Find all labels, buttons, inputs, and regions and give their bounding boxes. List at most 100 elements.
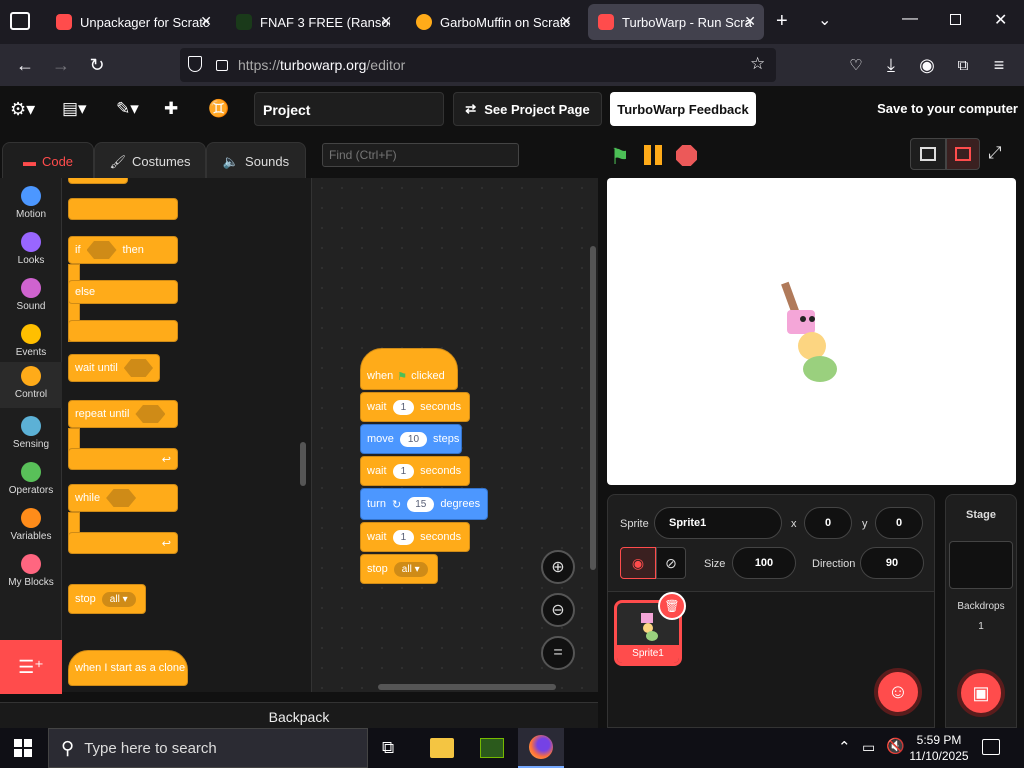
- new-tab-icon[interactable]: +: [776, 10, 788, 33]
- palette-block-if-else[interactable]: if then: [68, 236, 178, 264]
- tab-turbowarp[interactable]: TurboWarp - Run Scratch ✕: [588, 4, 764, 40]
- hide-sprite-button[interactable]: ⊘: [656, 547, 686, 579]
- category-control[interactable]: Control: [0, 362, 62, 408]
- fullscreen-icon[interactable]: ⤢: [988, 143, 1002, 163]
- category-sound[interactable]: Sound: [0, 274, 62, 320]
- forward-icon[interactable]: →: [48, 52, 74, 78]
- category-looks[interactable]: Looks: [0, 228, 62, 274]
- sprite-size-input[interactable]: 100: [732, 547, 796, 579]
- notifications-icon[interactable]: [982, 739, 1000, 755]
- palette-block-partial-bottom[interactable]: [68, 198, 178, 220]
- tab-sounds[interactable]: 🔈 Sounds: [206, 142, 306, 180]
- zoom-out-button[interactable]: ⊖: [541, 593, 575, 627]
- turn-degrees-input[interactable]: 15: [407, 496, 435, 512]
- green-flag-button[interactable]: ⚑: [610, 144, 630, 170]
- palette-block-repeat-until[interactable]: repeat until: [68, 400, 178, 428]
- volume-muted-icon[interactable]: 🔇: [886, 737, 905, 755]
- edit-menu-icon[interactable]: ✎▾: [116, 94, 139, 124]
- nvidia-app-icon[interactable]: [480, 738, 504, 758]
- extensions-icon[interactable]: ⧉: [950, 52, 976, 78]
- addons-puzzle-icon[interactable]: ✚: [164, 94, 178, 124]
- see-project-page-button[interactable]: ⇄ See Project Page: [453, 92, 602, 126]
- url-bar[interactable]: https://turbowarp.org/editor ☆: [180, 48, 776, 82]
- show-sprite-button[interactable]: ◉: [620, 547, 656, 579]
- taskbar-search-box[interactable]: ⚲ Type here to search: [48, 728, 368, 768]
- category-my-blocks[interactable]: My Blocks: [0, 550, 62, 596]
- stage-selector[interactable]: Stage Backdrops 1 ▣: [945, 494, 1017, 728]
- task-view-icon[interactable]: ⧉: [382, 738, 394, 758]
- small-stage-button[interactable]: [910, 138, 946, 170]
- tab-code[interactable]: ▬ Code: [2, 142, 94, 180]
- tab-unpackager[interactable]: Unpackager for Scratch ✕: [46, 4, 220, 40]
- palette-block-partial[interactable]: [68, 178, 128, 184]
- windows-start-icon[interactable]: [14, 739, 32, 757]
- stop-all-block[interactable]: stop all ▾: [360, 554, 438, 584]
- lock-icon[interactable]: [216, 60, 228, 71]
- minimize-icon[interactable]: —: [902, 10, 918, 28]
- pocket-icon[interactable]: ♡: [843, 52, 869, 78]
- palette-block-wait-until[interactable]: wait until: [68, 354, 160, 382]
- project-title-input[interactable]: Project: [254, 92, 444, 126]
- workspace-vscrollbar[interactable]: [590, 246, 596, 570]
- menu-icon[interactable]: ≡: [986, 52, 1012, 78]
- tab-fnaf[interactable]: FNAF 3 FREE (Ransomware ✕: [226, 4, 400, 40]
- workspace-hscrollbar[interactable]: [378, 684, 556, 690]
- find-input[interactable]: [322, 143, 519, 167]
- sprite-x-input[interactable]: 0: [804, 507, 852, 539]
- firefox-taskbar-icon[interactable]: [518, 728, 564, 768]
- stop-button[interactable]: [676, 145, 697, 166]
- wait-seconds-input[interactable]: 1: [392, 399, 415, 415]
- tab-garbomuffin[interactable]: GarboMuffin on Scratch ✕: [406, 4, 580, 40]
- move-steps-block[interactable]: move 10 steps: [360, 424, 462, 454]
- add-backdrop-button[interactable]: ▣: [957, 669, 1005, 717]
- stop-dropdown[interactable]: all ▾: [101, 591, 136, 607]
- sprite-name-input[interactable]: Sprite1: [654, 507, 782, 539]
- add-extension-button[interactable]: ☰⁺: [0, 640, 62, 694]
- stage-thumbnail[interactable]: [949, 541, 1013, 589]
- tray-chevron-icon[interactable]: ⌃: [838, 738, 851, 756]
- wait-seconds-input[interactable]: 1: [392, 463, 415, 479]
- when-flag-clicked-block[interactable]: when ⚑ clicked: [360, 348, 458, 390]
- tab-overview-icon[interactable]: [10, 12, 30, 30]
- wait-seconds-input[interactable]: 1: [392, 529, 415, 545]
- close-icon[interactable]: ✕: [380, 13, 392, 30]
- category-variables[interactable]: Variables: [0, 504, 62, 550]
- palette-block-stop[interactable]: stop all ▾: [68, 584, 146, 614]
- bookmark-star-icon[interactable]: ☆: [750, 54, 765, 74]
- settings-gear-icon[interactable]: ⚙▾: [10, 94, 35, 124]
- save-to-computer-button[interactable]: Save to your computer: [870, 101, 1018, 116]
- large-stage-button[interactable]: [946, 138, 980, 170]
- backpack-header[interactable]: Backpack: [0, 702, 598, 730]
- move-steps-input[interactable]: 10: [399, 431, 428, 447]
- palette-block-when-clone[interactable]: when I start as a clone: [68, 650, 188, 686]
- chevron-down-icon[interactable]: ⌄: [818, 10, 831, 30]
- turn-degrees-block[interactable]: turn ↻ 15 degrees: [360, 488, 488, 520]
- stage-canvas[interactable]: [607, 178, 1016, 485]
- add-sprite-button[interactable]: ☺: [874, 668, 922, 716]
- zoom-reset-button[interactable]: =: [541, 636, 575, 670]
- network-icon[interactable]: ▭: [862, 739, 875, 756]
- download-icon[interactable]: ⤓: [878, 52, 904, 78]
- pause-button[interactable]: [644, 145, 664, 165]
- back-icon[interactable]: ←: [12, 52, 38, 78]
- zoom-in-button[interactable]: ⊕: [541, 550, 575, 584]
- category-sensing[interactable]: Sensing: [0, 412, 62, 458]
- sprite-direction-input[interactable]: 90: [860, 547, 924, 579]
- feedback-button[interactable]: TurboWarp Feedback: [610, 92, 756, 126]
- close-icon[interactable]: ✕: [200, 13, 212, 30]
- shield-icon[interactable]: [188, 56, 202, 72]
- delete-sprite-button[interactable]: 🗑: [658, 592, 686, 620]
- window-close-icon[interactable]: ✕: [994, 10, 1007, 30]
- reload-icon[interactable]: ↻: [84, 52, 110, 78]
- sprite-y-input[interactable]: 0: [875, 507, 923, 539]
- turbowarp-logo-icon[interactable]: ♊: [208, 94, 229, 124]
- account-icon[interactable]: ◉: [914, 52, 940, 78]
- wait-block-2[interactable]: wait 1 seconds: [360, 456, 470, 486]
- wait-block-1[interactable]: wait 1 seconds: [360, 392, 470, 422]
- palette-block-while[interactable]: while: [68, 484, 178, 512]
- clock[interactable]: 5:59 PM 11/10/2025: [908, 732, 970, 764]
- restore-icon[interactable]: [950, 14, 961, 25]
- category-motion[interactable]: Motion: [0, 182, 62, 228]
- category-events[interactable]: Events: [0, 320, 62, 366]
- palette-else-label[interactable]: else: [68, 280, 178, 304]
